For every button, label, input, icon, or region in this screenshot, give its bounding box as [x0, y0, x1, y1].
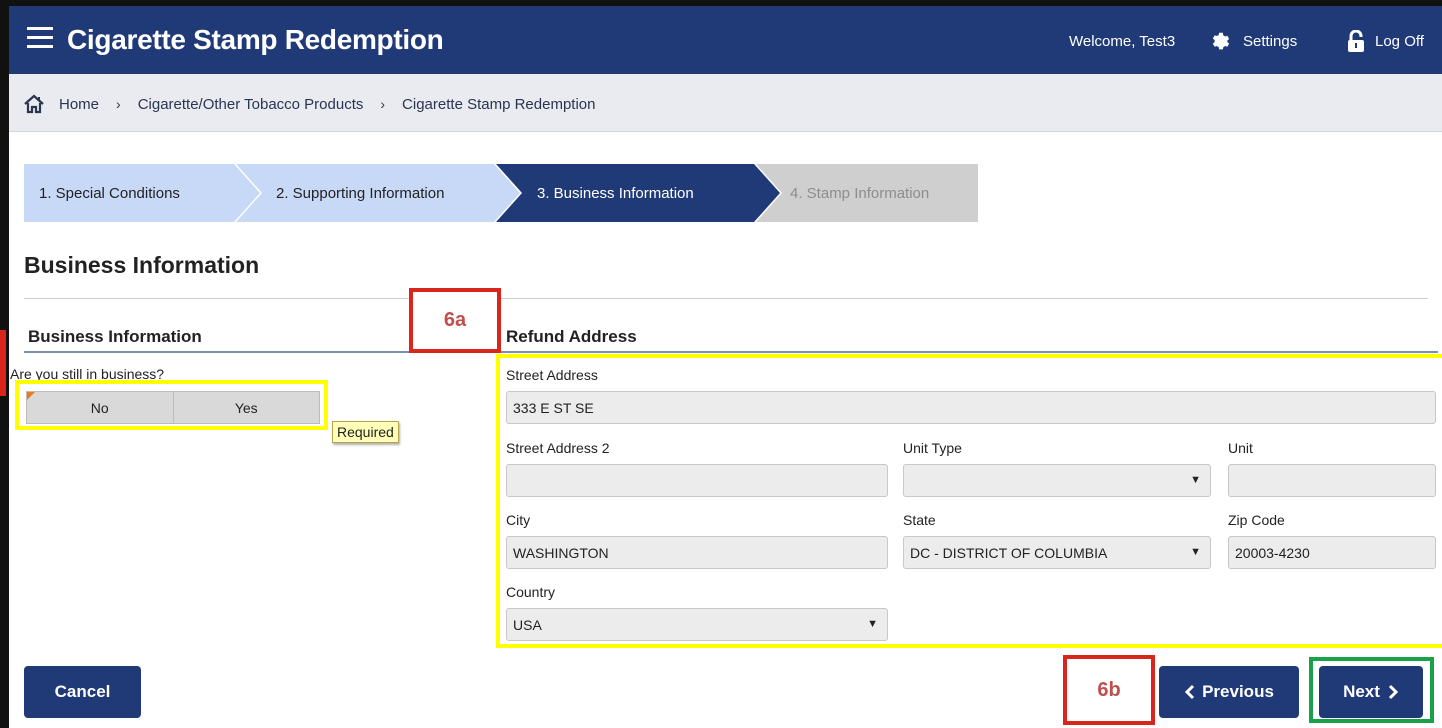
lock-icon — [1348, 30, 1364, 52]
breadcrumb-separator: › — [380, 96, 386, 112]
app-title: Cigarette Stamp Redemption — [67, 24, 444, 55]
refund-address-title: Refund Address — [506, 327, 637, 346]
annotation-6a: 6a — [409, 288, 501, 353]
next-button[interactable]: Next — [1319, 666, 1423, 718]
welcome-text: Welcome, Test3 — [1069, 33, 1176, 50]
gear-icon — [1212, 32, 1230, 50]
step-supporting-information[interactable]: 2. Supporting Information — [236, 164, 520, 222]
chevron-right-icon — [1388, 684, 1399, 700]
cancel-button[interactable]: Cancel — [24, 666, 141, 718]
settings-label: Settings — [1243, 32, 1298, 50]
top-header: Cigarette Stamp Redemption Welcome, Test… — [9, 6, 1442, 74]
settings-link[interactable]: Settings — [1209, 30, 1297, 52]
step-special-conditions[interactable]: 1. Special Conditions — [24, 164, 260, 222]
breadcrumb-home[interactable]: Home — [59, 96, 99, 113]
page-title: Business Information — [24, 252, 260, 278]
breadcrumb-tobacco[interactable]: Cigarette/Other Tobacco Products — [138, 96, 364, 113]
annotation-6b: 6b — [1063, 655, 1155, 725]
step-business-information[interactable]: 3. Business Information — [496, 164, 780, 222]
highlight-business-toggle — [15, 380, 328, 430]
step-stamp-information: 4. Stamp Information — [756, 164, 978, 222]
refund-address-divider — [500, 351, 1438, 353]
breadcrumb-separator: › — [116, 96, 121, 112]
home-icon[interactable] — [23, 94, 45, 114]
business-section-title: Business Information — [28, 327, 202, 346]
breadcrumb: Home › Cigarette/Other Tobacco Products … — [23, 94, 595, 114]
next-label: Next — [1343, 682, 1380, 701]
app-window: Cigarette Stamp Redemption Welcome, Test… — [0, 0, 1442, 728]
previous-label: Previous — [1202, 682, 1274, 701]
highlight-refund-address — [496, 354, 1442, 648]
logoff-label: Log Off — [1375, 32, 1424, 50]
breadcrumb-bar: Home › Cigarette/Other Tobacco Products … — [9, 74, 1442, 132]
hamburger-menu-icon[interactable] — [27, 27, 53, 51]
title-divider — [24, 298, 1428, 299]
logoff-link[interactable]: Log Off — [1346, 30, 1424, 52]
annotation-red-edge — [0, 330, 6, 396]
previous-button[interactable]: Previous — [1159, 666, 1299, 718]
breadcrumb-current: Cigarette Stamp Redemption — [402, 95, 596, 113]
chevron-left-icon — [1184, 684, 1195, 700]
required-tooltip: Required — [332, 421, 399, 443]
